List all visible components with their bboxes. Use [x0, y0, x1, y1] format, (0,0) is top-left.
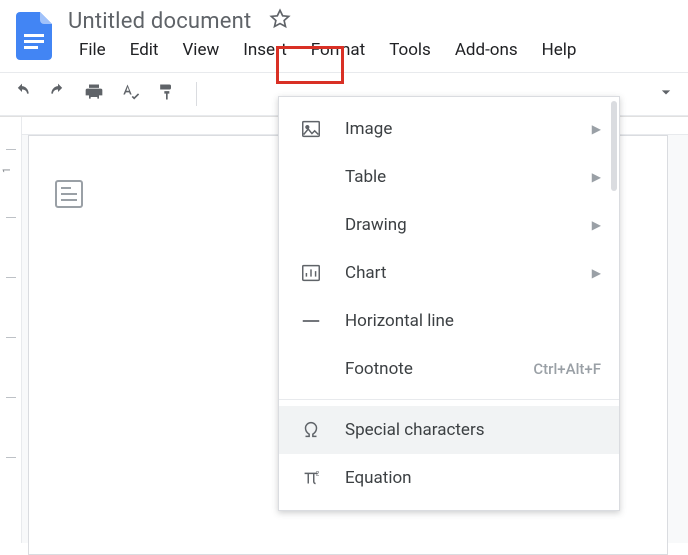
print-icon[interactable]: [84, 82, 104, 106]
menu-edit[interactable]: Edit: [119, 36, 170, 64]
dd-drawing[interactable]: Drawing ▶: [279, 201, 619, 249]
menu-file[interactable]: File: [68, 36, 117, 64]
dd-footnote-label: Footnote: [345, 359, 413, 379]
menu-help[interactable]: Help: [531, 36, 588, 64]
dd-equation[interactable]: 2 Equation: [279, 454, 619, 502]
dd-chart-label: Chart: [345, 263, 386, 283]
dd-special-characters[interactable]: Special characters: [279, 406, 619, 454]
dd-footnote-shortcut: Ctrl+Alt+F: [533, 360, 601, 378]
dd-chart[interactable]: Chart ▶: [279, 249, 619, 297]
dd-footnote[interactable]: Footnote Ctrl+Alt+F: [279, 345, 619, 393]
spellcheck-icon[interactable]: [120, 82, 140, 106]
dd-special-label: Special characters: [345, 420, 484, 440]
image-icon: [299, 117, 323, 141]
dd-image[interactable]: Image ▶: [279, 105, 619, 153]
dd-table[interactable]: Table ▶: [279, 153, 619, 201]
submenu-arrow-icon: ▶: [592, 122, 601, 136]
paint-format-icon[interactable]: [156, 82, 176, 106]
dropdown-separator: [279, 399, 619, 400]
table-icon: [299, 165, 323, 189]
chart-icon: [299, 261, 323, 285]
docs-logo[interactable]: [14, 10, 54, 62]
star-icon[interactable]: [269, 8, 291, 34]
menu-view[interactable]: View: [171, 36, 230, 64]
submenu-arrow-icon: ▶: [592, 218, 601, 232]
drawing-icon: [299, 213, 323, 237]
dd-hline-label: Horizontal line: [345, 311, 454, 331]
undo-icon[interactable]: [12, 82, 32, 106]
dd-table-label: Table: [345, 167, 386, 187]
hline-icon: [299, 309, 323, 333]
menu-format[interactable]: Format: [300, 36, 376, 64]
redo-icon[interactable]: [48, 82, 68, 106]
dd-image-label: Image: [345, 119, 392, 139]
submenu-arrow-icon: ▶: [592, 266, 601, 280]
outline-icon[interactable]: [55, 180, 83, 208]
menu-addons[interactable]: Add-ons: [444, 36, 529, 64]
footnote-icon: [299, 357, 323, 381]
menu-insert[interactable]: Insert: [232, 36, 298, 64]
toolbar-separator: [196, 82, 197, 106]
dd-hline[interactable]: Horizontal line: [279, 297, 619, 345]
more-toolbar-icon[interactable]: [656, 82, 676, 106]
menubar: File Edit View Insert Format Tools Add-o…: [68, 36, 587, 64]
insert-dropdown: Image ▶ Table ▶ Drawing ▶ Chart ▶ Horizo…: [278, 96, 620, 511]
menu-tools[interactable]: Tools: [378, 36, 442, 64]
omega-icon: [299, 418, 323, 442]
submenu-arrow-icon: ▶: [592, 170, 601, 184]
dd-equation-label: Equation: [345, 468, 412, 488]
ruler-vertical: 1: [0, 117, 22, 543]
svg-text:2: 2: [316, 469, 320, 477]
pi-icon: 2: [299, 466, 323, 490]
doc-title[interactable]: Untitled document: [68, 9, 251, 34]
dd-drawing-label: Drawing: [345, 215, 407, 235]
